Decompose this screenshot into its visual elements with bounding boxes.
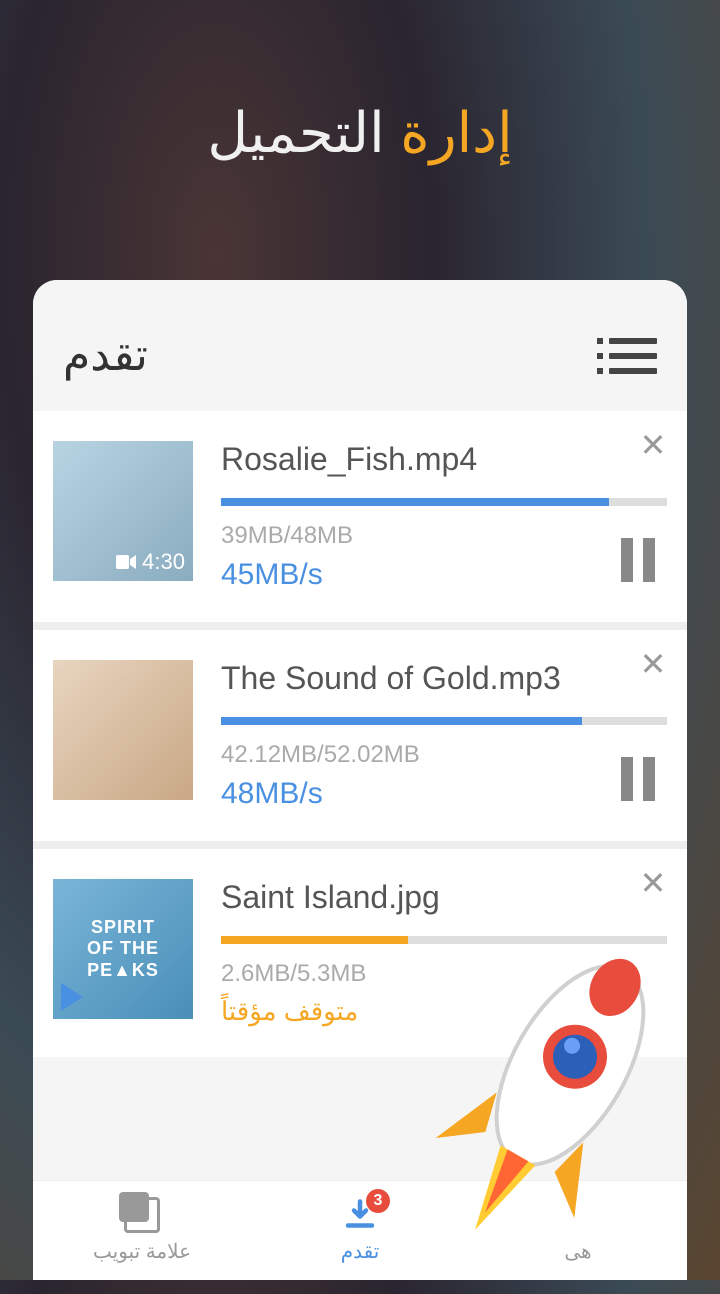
tabs-icon [124,1197,160,1233]
nav-label: علامة تبويب [93,1239,191,1264]
size-text: 39MB/48MB [221,522,667,550]
play-icon [61,983,83,1011]
video-duration: 4:30 [116,549,185,575]
item-body: Rosalie_Fish.mp4 39MB/48MB 45MB/s [221,441,667,592]
progress-fill [221,498,609,506]
filename: Saint Island.jpg [221,879,667,916]
progress-bar[interactable] [221,498,667,506]
thumbnail[interactable] [53,660,193,800]
download-manager-card: تقدم 4:30 Rosalie_Fish.mp4 39MB/48MB 45M… [33,280,687,1280]
bottom-nav: علامة تبويب 3 تقدم هى [33,1180,687,1280]
filename: Rosalie_Fish.mp4 [221,441,667,478]
nav-tab-finished[interactable]: هى [469,1181,687,1280]
thumbnail[interactable]: SPIRITOF THEPE▲KS [53,879,193,1019]
progress-fill [221,936,408,944]
card-title: تقدم [63,330,148,381]
size-text: 2.6MB/5.3MB [221,960,667,988]
download-icon: 3 [342,1197,378,1233]
item-body: Saint Island.jpg 2.6MB/5.3MB متوقف مؤقتا… [221,879,667,1027]
progress-bar[interactable] [221,936,667,944]
card-header: تقدم [33,280,687,411]
close-icon[interactable]: ✕ [639,869,667,897]
badge-count: 3 [366,1189,390,1213]
pause-button[interactable] [621,757,657,801]
download-item: SPIRITOF THEPE▲KS Saint Island.jpg 2.6MB… [33,849,687,1057]
filename: The Sound of Gold.mp3 [221,660,667,697]
thumbnail[interactable]: 4:30 [53,441,193,581]
speed-text: 45MB/s [221,558,667,592]
title-orange: إدارة [400,101,512,164]
download-item: The Sound of Gold.mp3 42.12MB/52.02MB 48… [33,630,687,841]
pause-button[interactable] [621,538,657,582]
paused-text: متوقف مؤقتاً [221,996,667,1027]
item-body: The Sound of Gold.mp3 42.12MB/52.02MB 48… [221,660,667,811]
speed-text: 48MB/s [221,777,667,811]
size-text: 42.12MB/52.02MB [221,741,667,769]
list-view-icon[interactable] [609,338,657,374]
nav-label: هى [564,1239,591,1264]
video-icon [116,555,136,569]
nav-label: تقدم [341,1239,380,1264]
nav-tab-progress[interactable]: 3 تقدم [251,1181,469,1280]
progress-fill [221,717,582,725]
check-icon [560,1197,596,1233]
download-item: 4:30 Rosalie_Fish.mp4 39MB/48MB 45MB/s ✕ [33,411,687,622]
title-white: التحميل [207,101,384,164]
close-icon[interactable]: ✕ [639,650,667,678]
thumbnail-text: SPIRITOF THEPE▲KS [87,917,159,982]
download-list: 4:30 Rosalie_Fish.mp4 39MB/48MB 45MB/s ✕… [33,411,687,1057]
nav-tab-bookmarks[interactable]: علامة تبويب [33,1181,251,1280]
close-icon[interactable]: ✕ [639,431,667,459]
progress-bar[interactable] [221,717,667,725]
page-title: إدارة التحميل [0,0,720,216]
